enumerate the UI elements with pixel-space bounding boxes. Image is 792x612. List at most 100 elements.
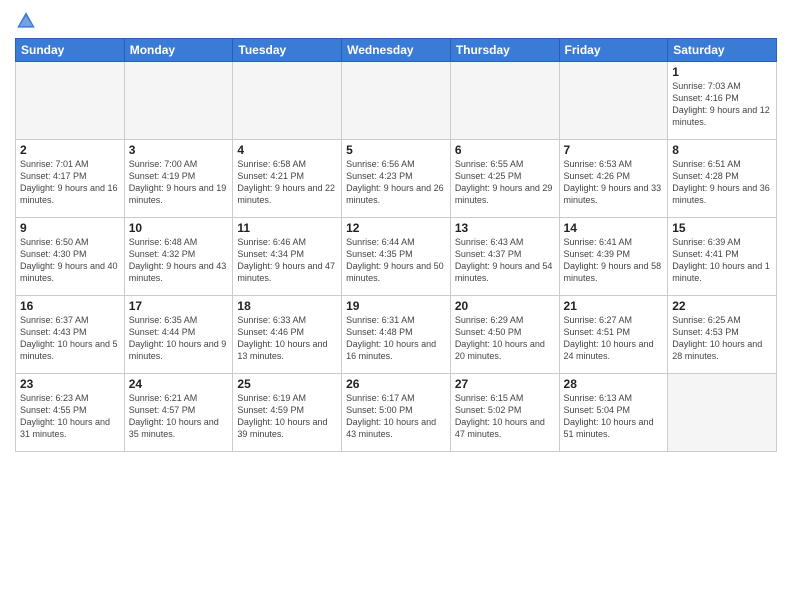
logo xyxy=(15,10,41,32)
calendar-table: SundayMondayTuesdayWednesdayThursdayFrid… xyxy=(15,38,777,452)
calendar-cell: 15Sunrise: 6:39 AM Sunset: 4:41 PM Dayli… xyxy=(668,218,777,296)
calendar-cell xyxy=(342,62,451,140)
day-info: Sunrise: 6:44 AM Sunset: 4:35 PM Dayligh… xyxy=(346,236,446,285)
day-info: Sunrise: 6:53 AM Sunset: 4:26 PM Dayligh… xyxy=(564,158,664,207)
day-number: 22 xyxy=(672,299,772,313)
calendar-cell xyxy=(559,62,668,140)
calendar-cell xyxy=(450,62,559,140)
day-number: 24 xyxy=(129,377,229,391)
day-info: Sunrise: 6:15 AM Sunset: 5:02 PM Dayligh… xyxy=(455,392,555,441)
day-info: Sunrise: 6:25 AM Sunset: 4:53 PM Dayligh… xyxy=(672,314,772,363)
day-info: Sunrise: 6:48 AM Sunset: 4:32 PM Dayligh… xyxy=(129,236,229,285)
day-info: Sunrise: 7:00 AM Sunset: 4:19 PM Dayligh… xyxy=(129,158,229,207)
header xyxy=(15,10,777,32)
day-info: Sunrise: 6:17 AM Sunset: 5:00 PM Dayligh… xyxy=(346,392,446,441)
calendar-cell: 16Sunrise: 6:37 AM Sunset: 4:43 PM Dayli… xyxy=(16,296,125,374)
calendar-cell: 24Sunrise: 6:21 AM Sunset: 4:57 PM Dayli… xyxy=(124,374,233,452)
day-info: Sunrise: 6:39 AM Sunset: 4:41 PM Dayligh… xyxy=(672,236,772,285)
calendar-cell: 8Sunrise: 6:51 AM Sunset: 4:28 PM Daylig… xyxy=(668,140,777,218)
day-info: Sunrise: 6:13 AM Sunset: 5:04 PM Dayligh… xyxy=(564,392,664,441)
day-number: 19 xyxy=(346,299,446,313)
calendar-cell: 27Sunrise: 6:15 AM Sunset: 5:02 PM Dayli… xyxy=(450,374,559,452)
week-row-1: 2Sunrise: 7:01 AM Sunset: 4:17 PM Daylig… xyxy=(16,140,777,218)
day-number: 6 xyxy=(455,143,555,157)
day-number: 16 xyxy=(20,299,120,313)
weekday-header-tuesday: Tuesday xyxy=(233,39,342,62)
calendar-cell: 2Sunrise: 7:01 AM Sunset: 4:17 PM Daylig… xyxy=(16,140,125,218)
calendar-cell: 20Sunrise: 6:29 AM Sunset: 4:50 PM Dayli… xyxy=(450,296,559,374)
weekday-header-wednesday: Wednesday xyxy=(342,39,451,62)
calendar-cell: 21Sunrise: 6:27 AM Sunset: 4:51 PM Dayli… xyxy=(559,296,668,374)
day-info: Sunrise: 7:03 AM Sunset: 4:16 PM Dayligh… xyxy=(672,80,772,129)
day-number: 5 xyxy=(346,143,446,157)
day-info: Sunrise: 6:43 AM Sunset: 4:37 PM Dayligh… xyxy=(455,236,555,285)
day-info: Sunrise: 6:27 AM Sunset: 4:51 PM Dayligh… xyxy=(564,314,664,363)
day-info: Sunrise: 6:37 AM Sunset: 4:43 PM Dayligh… xyxy=(20,314,120,363)
day-info: Sunrise: 7:01 AM Sunset: 4:17 PM Dayligh… xyxy=(20,158,120,207)
calendar-cell: 23Sunrise: 6:23 AM Sunset: 4:55 PM Dayli… xyxy=(16,374,125,452)
day-info: Sunrise: 6:56 AM Sunset: 4:23 PM Dayligh… xyxy=(346,158,446,207)
calendar-cell: 17Sunrise: 6:35 AM Sunset: 4:44 PM Dayli… xyxy=(124,296,233,374)
page: SundayMondayTuesdayWednesdayThursdayFrid… xyxy=(0,0,792,612)
day-number: 14 xyxy=(564,221,664,235)
day-number: 23 xyxy=(20,377,120,391)
day-number: 17 xyxy=(129,299,229,313)
weekday-header-sunday: Sunday xyxy=(16,39,125,62)
weekday-header-thursday: Thursday xyxy=(450,39,559,62)
calendar-cell: 14Sunrise: 6:41 AM Sunset: 4:39 PM Dayli… xyxy=(559,218,668,296)
day-number: 15 xyxy=(672,221,772,235)
day-info: Sunrise: 6:41 AM Sunset: 4:39 PM Dayligh… xyxy=(564,236,664,285)
day-info: Sunrise: 6:23 AM Sunset: 4:55 PM Dayligh… xyxy=(20,392,120,441)
calendar-cell xyxy=(16,62,125,140)
day-info: Sunrise: 6:29 AM Sunset: 4:50 PM Dayligh… xyxy=(455,314,555,363)
logo-icon xyxy=(15,10,37,32)
day-number: 7 xyxy=(564,143,664,157)
day-number: 1 xyxy=(672,65,772,79)
day-number: 10 xyxy=(129,221,229,235)
calendar-cell: 22Sunrise: 6:25 AM Sunset: 4:53 PM Dayli… xyxy=(668,296,777,374)
day-number: 21 xyxy=(564,299,664,313)
day-number: 3 xyxy=(129,143,229,157)
calendar-cell: 25Sunrise: 6:19 AM Sunset: 4:59 PM Dayli… xyxy=(233,374,342,452)
day-number: 4 xyxy=(237,143,337,157)
day-info: Sunrise: 6:50 AM Sunset: 4:30 PM Dayligh… xyxy=(20,236,120,285)
day-info: Sunrise: 6:51 AM Sunset: 4:28 PM Dayligh… xyxy=(672,158,772,207)
day-info: Sunrise: 6:21 AM Sunset: 4:57 PM Dayligh… xyxy=(129,392,229,441)
day-number: 18 xyxy=(237,299,337,313)
calendar-cell: 3Sunrise: 7:00 AM Sunset: 4:19 PM Daylig… xyxy=(124,140,233,218)
calendar-cell: 10Sunrise: 6:48 AM Sunset: 4:32 PM Dayli… xyxy=(124,218,233,296)
calendar-cell: 9Sunrise: 6:50 AM Sunset: 4:30 PM Daylig… xyxy=(16,218,125,296)
calendar-cell: 13Sunrise: 6:43 AM Sunset: 4:37 PM Dayli… xyxy=(450,218,559,296)
day-number: 12 xyxy=(346,221,446,235)
calendar-cell: 28Sunrise: 6:13 AM Sunset: 5:04 PM Dayli… xyxy=(559,374,668,452)
day-info: Sunrise: 6:31 AM Sunset: 4:48 PM Dayligh… xyxy=(346,314,446,363)
calendar-cell xyxy=(233,62,342,140)
weekday-header-monday: Monday xyxy=(124,39,233,62)
day-number: 20 xyxy=(455,299,555,313)
calendar-cell xyxy=(668,374,777,452)
day-number: 8 xyxy=(672,143,772,157)
day-info: Sunrise: 6:46 AM Sunset: 4:34 PM Dayligh… xyxy=(237,236,337,285)
day-number: 9 xyxy=(20,221,120,235)
calendar-cell: 4Sunrise: 6:58 AM Sunset: 4:21 PM Daylig… xyxy=(233,140,342,218)
day-number: 11 xyxy=(237,221,337,235)
week-row-4: 23Sunrise: 6:23 AM Sunset: 4:55 PM Dayli… xyxy=(16,374,777,452)
weekday-header-saturday: Saturday xyxy=(668,39,777,62)
calendar-cell: 26Sunrise: 6:17 AM Sunset: 5:00 PM Dayli… xyxy=(342,374,451,452)
day-number: 27 xyxy=(455,377,555,391)
day-number: 28 xyxy=(564,377,664,391)
weekday-header-friday: Friday xyxy=(559,39,668,62)
calendar-cell: 18Sunrise: 6:33 AM Sunset: 4:46 PM Dayli… xyxy=(233,296,342,374)
day-info: Sunrise: 6:19 AM Sunset: 4:59 PM Dayligh… xyxy=(237,392,337,441)
calendar-cell: 5Sunrise: 6:56 AM Sunset: 4:23 PM Daylig… xyxy=(342,140,451,218)
calendar-cell: 1Sunrise: 7:03 AM Sunset: 4:16 PM Daylig… xyxy=(668,62,777,140)
calendar-cell: 7Sunrise: 6:53 AM Sunset: 4:26 PM Daylig… xyxy=(559,140,668,218)
day-number: 2 xyxy=(20,143,120,157)
day-info: Sunrise: 6:58 AM Sunset: 4:21 PM Dayligh… xyxy=(237,158,337,207)
day-number: 13 xyxy=(455,221,555,235)
day-number: 25 xyxy=(237,377,337,391)
calendar-cell xyxy=(124,62,233,140)
day-number: 26 xyxy=(346,377,446,391)
day-info: Sunrise: 6:35 AM Sunset: 4:44 PM Dayligh… xyxy=(129,314,229,363)
calendar-cell: 11Sunrise: 6:46 AM Sunset: 4:34 PM Dayli… xyxy=(233,218,342,296)
